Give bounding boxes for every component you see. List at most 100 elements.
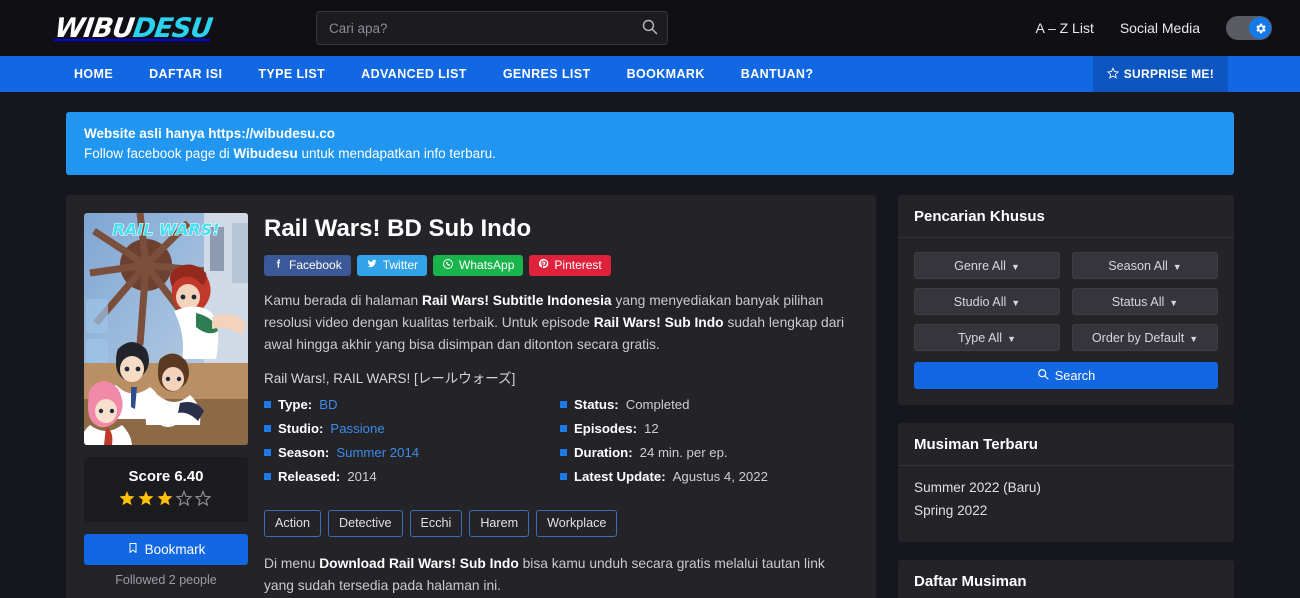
metadata-value[interactable]: Summer 2014 [336, 446, 419, 459]
metadata-key: Episodes: [574, 420, 638, 436]
nav-item-type-list[interactable]: TYPE LIST [240, 56, 343, 92]
metadata-value: 24 min. per ep. [639, 445, 728, 461]
metadata-value: 12 [644, 420, 659, 436]
filter-genre-label: Genre All [954, 258, 1006, 273]
metadata-key: Status: [574, 396, 619, 412]
nav-item-bantuan[interactable]: BANTUAN? [723, 56, 832, 92]
twitter-icon [366, 258, 378, 272]
logo-text: WIBUDESU [52, 12, 214, 44]
metadata-value[interactable]: Passione [330, 422, 384, 435]
filter-studio-dropdown[interactable]: Studio All ▼ [914, 288, 1060, 315]
nav-item-advanced-list[interactable]: ADVANCED LIST [343, 56, 485, 92]
notice-line-1: Website asli hanya https://wibudesu.co [84, 126, 336, 141]
share-twitter-button[interactable]: Twitter [356, 254, 428, 276]
season-list-title: Daftar Musiman [898, 560, 1234, 598]
bookmark-button[interactable]: Bookmark [84, 534, 248, 565]
season-link-summer-2022[interactable]: Summer 2022 (Baru) [914, 480, 1218, 495]
share-buttons: Facebook Twitter WhatsApp Pinterest [264, 254, 856, 276]
top-header: WIBUDESU A – Z List Social Media [0, 0, 1300, 56]
share-pinterest-label: Pinterest [554, 258, 602, 273]
nav-item-genres-list[interactable]: GENRES LIST [485, 56, 609, 92]
bullet-icon [560, 473, 567, 481]
sidebar-search-button[interactable]: Search [914, 362, 1218, 389]
filter-type-dropdown[interactable]: Type All ▼ [914, 324, 1060, 351]
special-search-body: Genre All ▼ Season All ▼ Studio All ▼ St… [898, 238, 1234, 405]
desc-bold-2: Rail Wars! Sub Indo [593, 314, 724, 330]
metadata-row-studio: Studio: Passione [264, 422, 560, 435]
bullet-icon [560, 424, 567, 432]
chevron-down-icon: ▼ [1011, 297, 1021, 308]
star-outline-icon [1106, 66, 1119, 82]
poster-column: RAIL WARS! Score 6.40 Bookmark Followed … [84, 213, 248, 597]
metadata-value: 2014 [347, 469, 377, 485]
special-search-card: Pencarian Khusus Genre All ▼ Season All … [898, 195, 1234, 405]
filter-genre-dropdown[interactable]: Genre All ▼ [914, 252, 1060, 279]
content-grid: RAIL WARS! Score 6.40 Bookmark Followed … [66, 195, 1234, 598]
nav-item-bookmark[interactable]: BOOKMARK [609, 56, 723, 92]
share-pinterest-button[interactable]: Pinterest [529, 254, 611, 276]
metadata-row-latest-update: Latest Update: Agustus 4, 2022 [560, 470, 856, 483]
star-rating [92, 489, 240, 510]
metadata-key: Released: [278, 469, 341, 485]
search-input[interactable] [316, 11, 668, 45]
search-icon [1037, 368, 1049, 383]
chevron-down-icon: ▼ [1172, 261, 1182, 272]
metadata-row-type: Type: BD [264, 396, 560, 412]
download-info-text: Di menu Download Rail Wars! Sub Indo bis… [264, 553, 856, 598]
search-submit-button[interactable] [634, 11, 664, 45]
header-link-social-media[interactable]: Social Media [1120, 20, 1200, 36]
metadata-key: Season: [278, 445, 330, 461]
filter-grid: Genre All ▼ Season All ▼ Studio All ▼ St… [914, 252, 1218, 351]
metadata-row-episodes: Episodes: 12 [560, 422, 856, 435]
anime-info-column: Rail Wars! BD Sub Indo Facebook Twitter [264, 213, 856, 597]
share-facebook-label: Facebook [289, 258, 342, 273]
main-nav-items: HOME DAFTAR ISI TYPE LIST ADVANCED LIST … [0, 56, 831, 92]
page-title: Rail Wars! BD Sub Indo [264, 215, 532, 242]
bookmark-icon [127, 541, 139, 558]
logo-text-part1: WIBU [52, 12, 136, 44]
nav-item-daftar-isi[interactable]: DAFTAR ISI [131, 56, 240, 92]
filter-order-dropdown[interactable]: Order by Default ▼ [1072, 324, 1218, 351]
genre-tag-ecchi[interactable]: Ecchi [409, 510, 463, 537]
nav-item-home[interactable]: HOME [56, 56, 131, 92]
header-search [316, 11, 668, 45]
genre-tag-workplace[interactable]: Workplace [536, 510, 618, 537]
notice-line2-bold: Wibudesu [233, 146, 298, 161]
metadata-key: Type: [278, 396, 313, 412]
desc-bold-1: Rail Wars! Subtitle Indonesia [422, 292, 612, 308]
metadata-value: Agustus 4, 2022 [672, 469, 768, 485]
surprise-me-button[interactable]: SURPRISE ME! [1092, 56, 1228, 92]
share-whatsapp-button[interactable]: WhatsApp [433, 254, 524, 276]
metadata-row-released: Released: 2014 [264, 470, 560, 483]
alternative-titles: Rail Wars!, RAIL WARS! [レールウォーズ] [264, 370, 516, 386]
filter-season-dropdown[interactable]: Season All ▼ [1072, 252, 1218, 279]
filter-season-label: Season All [1108, 258, 1168, 273]
site-notice-banner: Website asli hanya https://wibudesu.co F… [66, 112, 1234, 175]
latest-season-body: Summer 2022 (Baru) Spring 2022 [898, 466, 1234, 542]
filter-status-label: Status All [1111, 294, 1165, 309]
bullet-icon [264, 424, 271, 432]
chevron-down-icon: ▼ [1007, 333, 1017, 344]
share-facebook-button[interactable]: Facebook [264, 254, 351, 276]
genre-tag-detective[interactable]: Detective [328, 510, 403, 537]
bookmark-label: Bookmark [144, 542, 206, 557]
outro-part-1: Di menu [264, 555, 320, 571]
bullet-icon [264, 473, 271, 481]
metadata-key: Studio: [278, 420, 324, 436]
genre-tag-harem[interactable]: Harem [469, 510, 530, 537]
metadata-key: Latest Update: [574, 469, 666, 485]
special-search-title: Pencarian Khusus [898, 195, 1234, 238]
desc-part-1: Kamu berada di halaman [264, 292, 422, 308]
dark-mode-toggle[interactable] [1226, 16, 1272, 40]
anime-poster-image[interactable]: RAIL WARS! [84, 213, 248, 445]
metadata-row-season: Season: Summer 2014 [264, 446, 560, 459]
bullet-icon [560, 449, 567, 457]
metadata-value[interactable]: BD [319, 397, 337, 410]
genre-tag-action[interactable]: Action [264, 510, 322, 537]
header-link-az-list[interactable]: A – Z List [1035, 20, 1093, 36]
season-link-spring-2022[interactable]: Spring 2022 [914, 503, 1218, 518]
search-icon [641, 18, 658, 38]
site-logo[interactable]: WIBUDESU [28, 12, 238, 44]
filter-status-dropdown[interactable]: Status All ▼ [1072, 288, 1218, 315]
followed-count: Followed 2 people [115, 573, 217, 587]
